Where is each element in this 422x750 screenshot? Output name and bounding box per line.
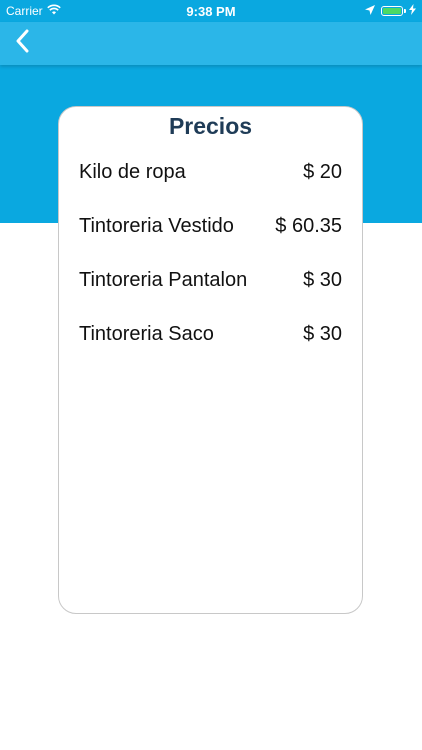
status-right-group <box>365 4 416 18</box>
price-item-name: Tintoreria Vestido <box>79 214 234 237</box>
back-button[interactable] <box>8 28 38 58</box>
battery-cap <box>404 9 406 13</box>
price-item-name: Tintoreria Pantalon <box>79 268 248 291</box>
status-bar: Carrier 9:38 PM <box>0 0 422 22</box>
price-item-value: $ 60.35 <box>275 214 342 237</box>
price-row: Kilo de ropa $ 20 <box>79 157 342 187</box>
status-time: 9:38 PM <box>186 4 236 19</box>
price-item-value: $ 20 <box>303 160 342 183</box>
price-row: Tintoreria Pantalon $ 30 <box>79 265 342 295</box>
price-item-name: Tintoreria Saco <box>79 322 214 345</box>
card-title: Precios <box>168 113 253 139</box>
price-item-value: $ 30 <box>303 268 342 291</box>
price-item-name: Kilo de ropa <box>79 160 186 183</box>
price-row: Tintoreria Vestido $ 60.35 <box>79 211 342 241</box>
battery-icon <box>381 6 406 16</box>
location-arrow-icon <box>365 4 375 18</box>
lightning-bolt-icon <box>409 4 416 18</box>
battery-level <box>383 8 401 14</box>
price-row: Tintoreria Saco $ 30 <box>79 319 342 349</box>
price-item-value: $ 30 <box>303 322 342 345</box>
navigation-bar <box>0 22 422 65</box>
chevron-left-icon <box>15 29 31 58</box>
prices-card: Precios Kilo de ropa $ 20 Tintoreria Ves… <box>58 106 363 614</box>
